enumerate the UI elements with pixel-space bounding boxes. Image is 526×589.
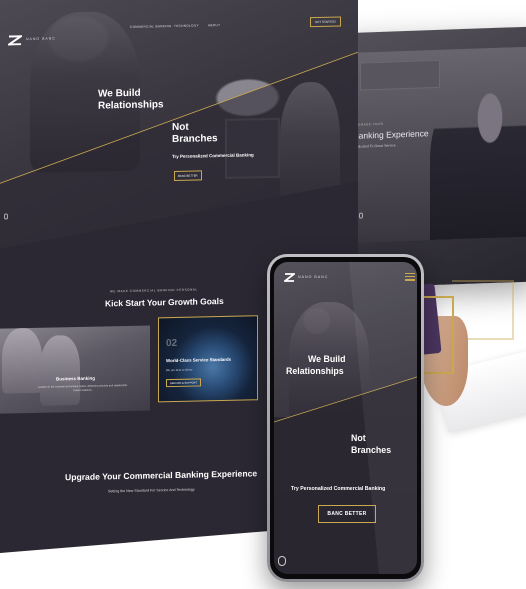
brand-logo-icon[interactable] <box>284 273 295 282</box>
nav-link-about[interactable]: ABOUT <box>208 23 220 27</box>
hero-headline-line2: Relationships <box>98 99 164 112</box>
business-banking-title: Business Banking <box>56 375 96 382</box>
phone-mockup: NANO BANC We Build Relationships Not Bra… <box>267 254 424 582</box>
service-support-button[interactable]: SERVICE & SUPPORT <box>166 378 201 387</box>
brand-name: NANO BANC <box>26 36 56 42</box>
get-started-button[interactable]: GET STARTED <box>310 17 341 28</box>
business-banking-card[interactable] <box>0 326 150 414</box>
hero-headline-line3: Not <box>351 433 366 443</box>
section-eyebrow: WE MAKE COMMERCIAL BANKING PERSONAL <box>110 287 198 294</box>
banc-better-button[interactable]: BANC BETTER <box>174 170 202 181</box>
phone-bezel: NANO BANC We Build Relationships Not Bra… <box>270 257 421 579</box>
person-photo <box>430 76 526 241</box>
bookshelf <box>360 59 440 91</box>
scroll-indicator <box>359 212 363 219</box>
scroll-indicator <box>278 556 286 566</box>
section-title: Kick Start Your Growth Goals <box>105 295 224 309</box>
businesswoman-photo <box>280 82 340 203</box>
hero-headline-line4: Branches <box>351 445 392 455</box>
hero-headline-line1: We Build <box>98 87 141 100</box>
hero-headline-line4: Branches <box>172 133 218 146</box>
person-photo <box>2 328 42 394</box>
upgrade-title: Upgrade Your Commercial Banking Experien… <box>65 468 258 483</box>
monitor-photo <box>225 118 280 179</box>
device-mockup-scene: UPGRADE YOUR Banking Experience Dedicate… <box>0 0 526 589</box>
gold-frame-decoration <box>424 296 454 374</box>
scroll-indicator <box>4 213 8 219</box>
card-number: 02 <box>166 337 178 350</box>
hamburger-menu-icon[interactable] <box>405 273 415 281</box>
upgrade-subtitle: Setting the New Standard For Service And… <box>108 487 195 494</box>
hero-diagonal-divider <box>274 262 417 574</box>
person-photo <box>40 335 80 406</box>
brand-name: NANO BANC <box>298 275 329 279</box>
hero-subtitle: Try Personalized Commercial Banking <box>291 486 386 492</box>
hero-headline-line2: Relationships <box>286 366 344 376</box>
hero-headline-line1: We Build <box>308 354 346 364</box>
nav-link-technology[interactable]: TECHNOLOGY <box>174 23 199 28</box>
hero-headline-line3: Not <box>172 121 189 134</box>
back-browser-mockup: UPGRADE YOUR Banking Experience Dedicate… <box>335 26 526 289</box>
phone-screen: NANO BANC We Build Relationships Not Bra… <box>274 262 417 574</box>
world-class-text: We are here to Serve <box>166 367 193 373</box>
banc-better-button[interactable]: BANC BETTER <box>318 505 376 523</box>
brand-logo-icon[interactable] <box>8 35 22 45</box>
